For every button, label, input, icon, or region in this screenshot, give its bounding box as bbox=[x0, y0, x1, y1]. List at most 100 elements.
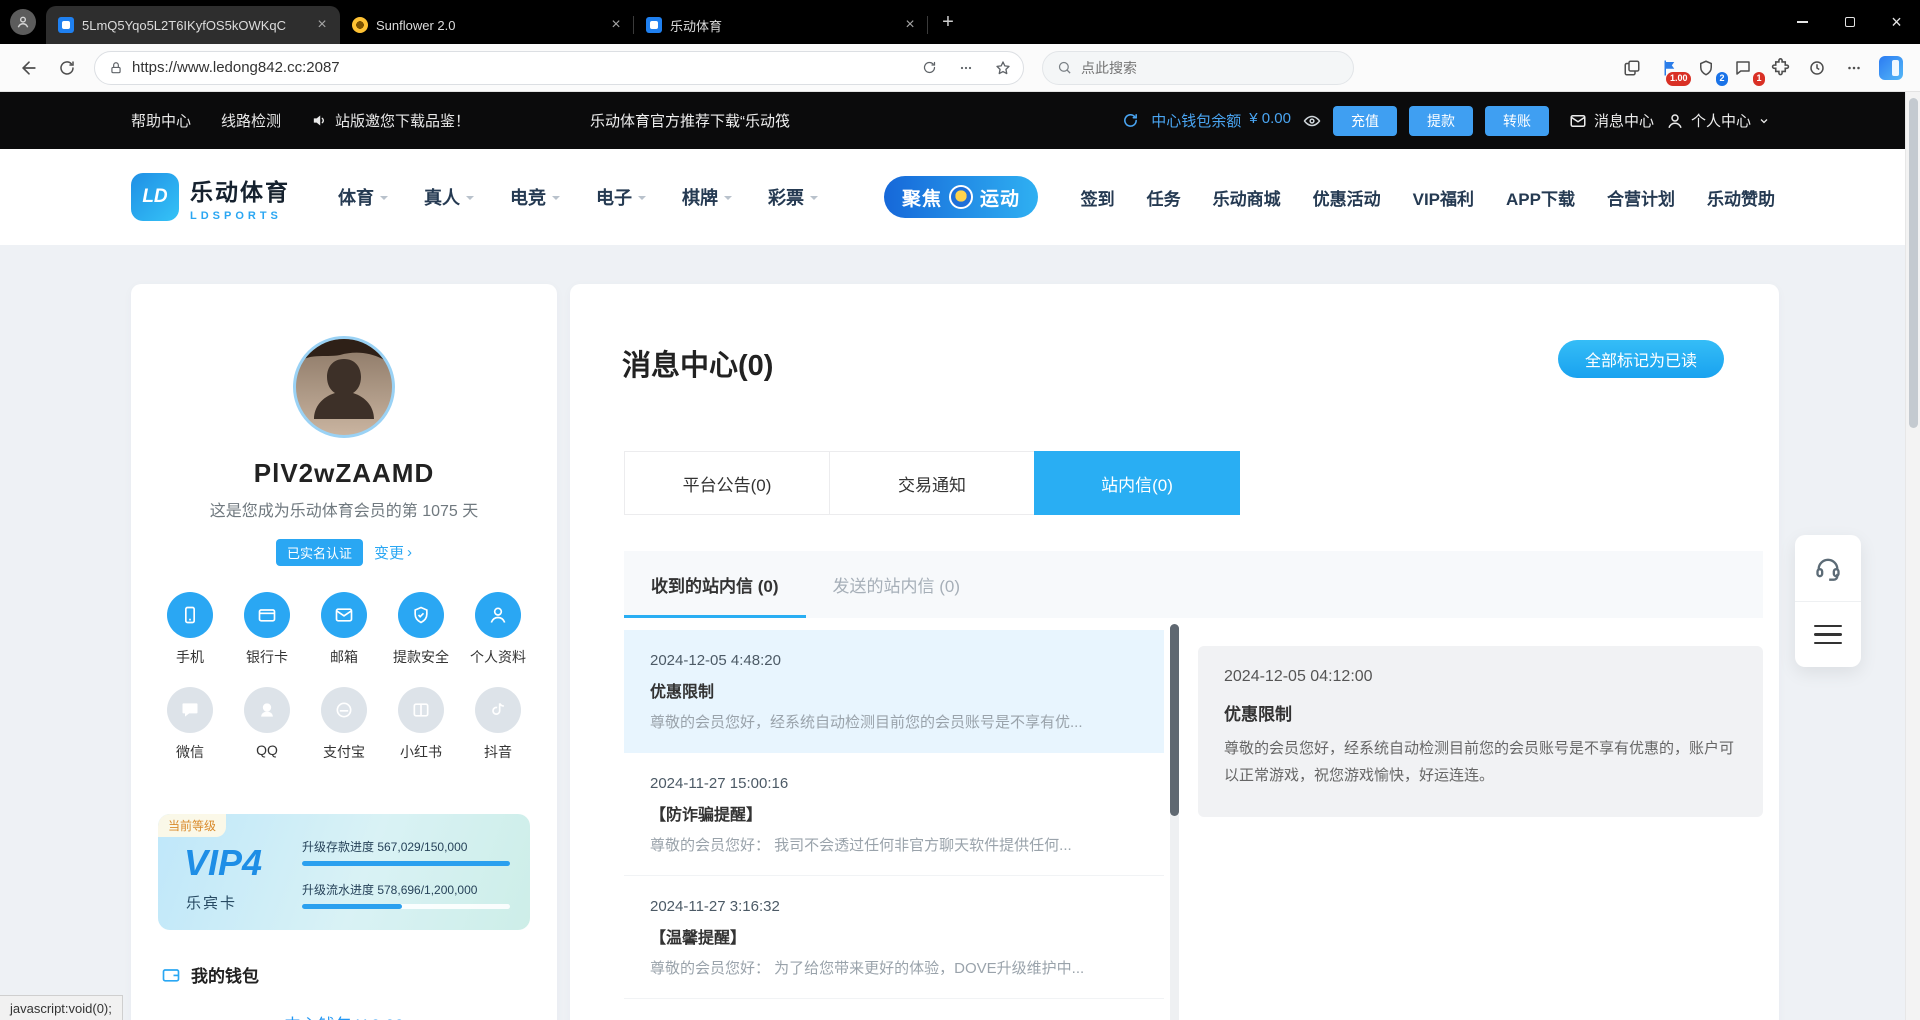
chevron-down-icon bbox=[552, 196, 560, 204]
withdraw-button[interactable]: 提款 bbox=[1409, 106, 1473, 136]
message-center-link[interactable]: 消息中心 bbox=[1569, 110, 1654, 131]
nav-menu-slots[interactable]: 电子 bbox=[596, 184, 646, 210]
nav-link-app-download[interactable]: APP下载 bbox=[1506, 185, 1575, 210]
change-link[interactable]: 变更› bbox=[374, 542, 412, 563]
tab-transaction-notices[interactable]: 交易通知 bbox=[829, 451, 1035, 515]
page-scrollbar[interactable] bbox=[1905, 92, 1920, 1020]
tab-site-mail[interactable]: 站内信(0) bbox=[1034, 451, 1240, 515]
personal-center-link[interactable]: 个人中心 bbox=[1666, 110, 1770, 131]
nav-link-tasks[interactable]: 任务 bbox=[1147, 185, 1181, 210]
browser-profile-icon bbox=[10, 9, 36, 35]
social-item-qq[interactable]: QQ bbox=[238, 687, 296, 762]
vip-level-card[interactable]: 当前等级 VIP4 乐宾卡 升级存款进度 567,029/150,000 升级流… bbox=[158, 814, 530, 930]
customer-service-button[interactable] bbox=[1795, 535, 1861, 601]
site-info-lock-icon[interactable] bbox=[109, 61, 123, 75]
nav-menu-live[interactable]: 真人 bbox=[424, 184, 474, 210]
deposit-button[interactable]: 充值 bbox=[1333, 106, 1397, 136]
url-text[interactable]: https://www.ledong842.cc:2087 bbox=[132, 59, 906, 76]
nav-link-sponsorship[interactable]: 乐动赞助 bbox=[1707, 185, 1775, 210]
wallet-refresh-icon[interactable] bbox=[1122, 112, 1139, 129]
message-list-item[interactable]: 2024-11-25 13:14:01 bbox=[624, 999, 1164, 1020]
reading-copy-icon[interactable] bbox=[1615, 51, 1649, 85]
transfer-button[interactable]: 转账 bbox=[1485, 106, 1549, 136]
copilot-sidebar-icon[interactable] bbox=[1874, 51, 1908, 85]
security-item-withdraw-safety[interactable]: 提款安全 bbox=[392, 592, 450, 667]
search-input[interactable] bbox=[1081, 60, 1339, 76]
security-item-bank-card[interactable]: 银行卡 bbox=[238, 592, 296, 667]
message-detail-date: 2024-12-05 04:12:00 bbox=[1224, 668, 1737, 686]
focus-sports-banner[interactable]: 聚焦 运动 bbox=[884, 176, 1038, 218]
message-list-item[interactable]: 2024-11-27 15:00:16 【防诈骗提醒】 尊敬的会员您好： 我司不… bbox=[624, 753, 1164, 876]
nav-menu-sports[interactable]: 体育 bbox=[338, 184, 388, 210]
social-item-wechat[interactable]: 微信 bbox=[161, 687, 219, 762]
avatar[interactable] bbox=[293, 336, 395, 438]
status-bar-link-preview: javascript:void(0); bbox=[0, 995, 123, 1020]
browser-tab-ledong[interactable]: 乐动体育 × bbox=[634, 6, 928, 44]
social-item-xiaohongshu[interactable]: 小红书 bbox=[392, 687, 450, 762]
translate-refresh-icon[interactable] bbox=[915, 54, 943, 82]
message-detail-title: 优惠限制 bbox=[1224, 700, 1737, 725]
back-button[interactable] bbox=[12, 51, 46, 85]
tab-close-icon[interactable]: × bbox=[606, 15, 626, 35]
browser-tab-sunflower[interactable]: Sunflower 2.0 × bbox=[340, 6, 634, 44]
scrollbar-thumb[interactable] bbox=[1170, 624, 1179, 816]
deposit-progress-fill bbox=[302, 861, 510, 866]
settings-ellipsis-icon[interactable] bbox=[1837, 51, 1871, 85]
nav-menu-lottery[interactable]: 彩票 bbox=[768, 184, 818, 210]
site-main-nav: LD 乐动体育 LDSPORTS 体育 真人 电竞 电子 棋牌 彩票 聚焦 运动 bbox=[0, 149, 1920, 245]
person-icon bbox=[475, 592, 521, 638]
side-menu-button[interactable] bbox=[1795, 601, 1861, 667]
download-announcement-link[interactable]: 站版邀您下载品鉴！ bbox=[311, 110, 470, 131]
browser-tab-active[interactable]: 5LmQ5Yqo5L2T6IKyfOS5kOWKqC × bbox=[46, 6, 340, 44]
nav-link-mall[interactable]: 乐动商城 bbox=[1213, 185, 1281, 210]
message-detail-panel: 2024-12-05 04:12:00 优惠限制 尊敬的会员您好，经系统自动检测… bbox=[1198, 646, 1763, 817]
page-scrollbar-thumb[interactable] bbox=[1909, 98, 1918, 428]
center-wallet-amount: 中心钱包 ¥ 0.00 bbox=[131, 1011, 557, 1020]
site-logo[interactable]: LD 乐动体育 LDSPORTS bbox=[131, 173, 290, 222]
line-check-link[interactable]: 线路检测 bbox=[221, 110, 281, 131]
message-list-item[interactable]: 2024-12-05 4:48:20 优惠限制 尊敬的会员您好，经系统自动检测目… bbox=[624, 630, 1164, 753]
toolbar-extensions-area: 1.00 2 1 bbox=[1615, 51, 1908, 85]
mark-all-read-button[interactable]: 全部标记为已读 bbox=[1558, 340, 1724, 378]
window-maximize-button[interactable] bbox=[1826, 0, 1873, 44]
social-item-alipay[interactable]: 支付宝 bbox=[315, 687, 373, 762]
window-minimize-button[interactable] bbox=[1779, 0, 1826, 44]
help-center-link[interactable]: 帮助中心 bbox=[131, 110, 191, 131]
quick-search-box[interactable] bbox=[1042, 51, 1354, 85]
envelope-icon bbox=[1569, 112, 1587, 130]
message-list-scrollbar[interactable] bbox=[1170, 624, 1179, 1020]
shopping-flag-icon[interactable]: 1.00 bbox=[1652, 51, 1686, 85]
address-bar[interactable]: https://www.ledong842.cc:2087 bbox=[94, 51, 1024, 85]
nav-link-vip[interactable]: VIP福利 bbox=[1413, 185, 1474, 210]
subtab-sent-mail[interactable]: 发送的站内信 (0) bbox=[806, 551, 988, 618]
security-item-personal-info[interactable]: 个人资料 bbox=[469, 592, 527, 667]
nav-menu-cards[interactable]: 棋牌 bbox=[682, 184, 732, 210]
nav-link-checkin[interactable]: 签到 bbox=[1081, 185, 1115, 210]
security-item-email[interactable]: 邮箱 bbox=[315, 592, 373, 667]
vip-level: VIP4 bbox=[184, 842, 262, 884]
nav-menu-esports[interactable]: 电竞 bbox=[510, 184, 560, 210]
message-list-item[interactable]: 2024-11-27 3:16:32 【温馨提醒】 尊敬的会员您好： 为了给您带… bbox=[624, 876, 1164, 999]
center-wallet-balance: 中心钱包余额¥ 0.00 bbox=[1151, 110, 1291, 131]
tab-close-icon[interactable]: × bbox=[312, 15, 332, 35]
reload-button[interactable] bbox=[50, 51, 84, 85]
more-in-address-icon[interactable] bbox=[952, 54, 980, 82]
tab-close-icon[interactable]: × bbox=[900, 15, 920, 35]
extensions-puzzle-icon[interactable] bbox=[1763, 51, 1797, 85]
eye-icon[interactable] bbox=[1303, 112, 1321, 130]
social-item-douyin[interactable]: 抖音 bbox=[469, 687, 527, 762]
nav-link-affiliate[interactable]: 合营计划 bbox=[1607, 185, 1675, 210]
history-clock-icon[interactable] bbox=[1800, 51, 1834, 85]
subtab-received-mail[interactable]: 收到的站内信 (0) bbox=[624, 551, 806, 618]
rewards-shield-icon[interactable]: 2 bbox=[1689, 51, 1723, 85]
vip-progress: 升级存款进度 567,029/150,000 升级流水进度 578,696/1,… bbox=[302, 838, 510, 909]
security-item-phone[interactable]: 手机 bbox=[161, 592, 219, 667]
messages-chat-icon[interactable]: 1 bbox=[1726, 51, 1760, 85]
turnover-progress-fill bbox=[302, 904, 402, 909]
browser-profile-button[interactable] bbox=[0, 0, 46, 44]
tab-platform-announcements[interactable]: 平台公告(0) bbox=[624, 451, 830, 515]
favorite-star-icon[interactable] bbox=[989, 54, 1017, 82]
new-tab-button[interactable]: + bbox=[928, 0, 968, 44]
window-close-button[interactable]: × bbox=[1873, 0, 1920, 44]
nav-link-promotions[interactable]: 优惠活动 bbox=[1313, 185, 1381, 210]
